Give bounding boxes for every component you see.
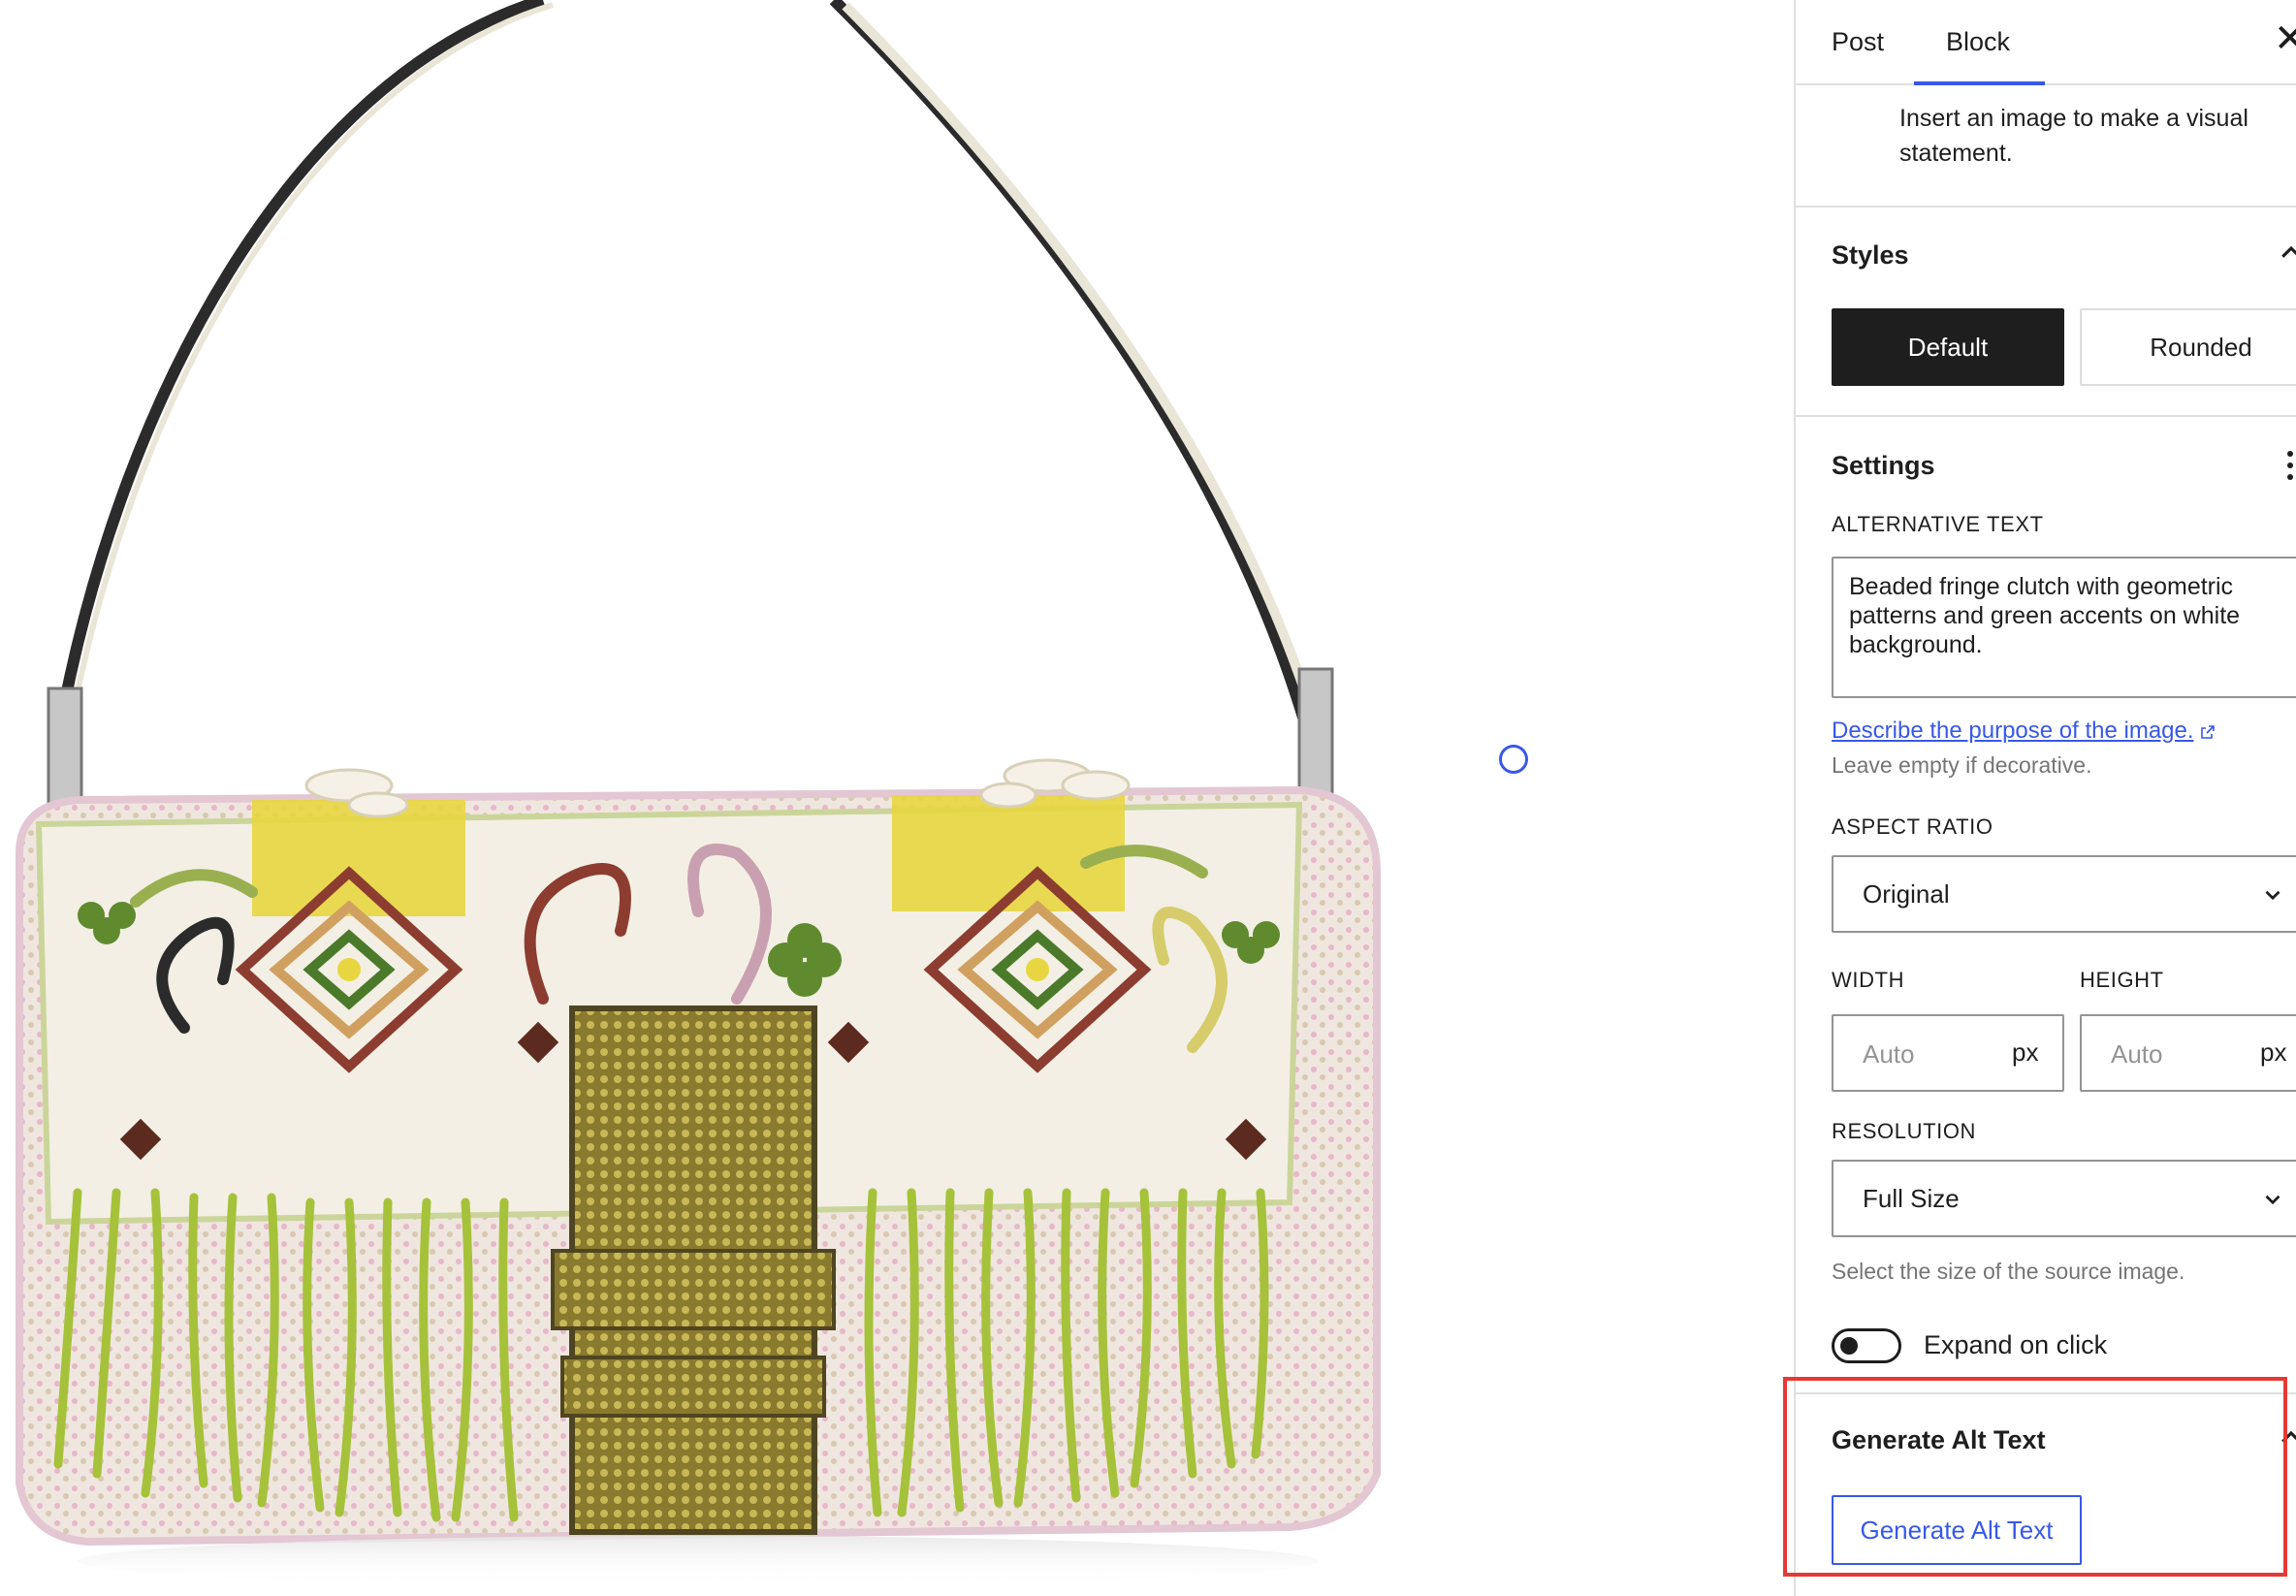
height-unit[interactable]: px <box>2260 1037 2286 1068</box>
highlight-annotation <box>1783 1377 2287 1577</box>
image-resize-handle[interactable] <box>1499 745 1528 774</box>
width-input[interactable]: Auto px <box>1832 1014 2064 1092</box>
block-settings-sidebar: Post Block ✕ Insert an image to make a v… <box>1794 0 2296 1596</box>
alt-text-help-link-text: Describe the purpose of the image. <box>1832 718 2194 744</box>
kebab-menu-icon[interactable] <box>2286 448 2294 483</box>
alt-text-field[interactable]: Beaded fringe clutch with geometric patt… <box>1832 557 2296 698</box>
block-image[interactable] <box>0 0 1794 1596</box>
height-placeholder: Auto <box>2111 1039 2163 1069</box>
aspect-ratio-select[interactable]: Original <box>1832 855 2296 933</box>
resolution-help: Select the size of the source image. <box>1832 1259 2185 1284</box>
tab-block[interactable]: Block <box>1946 27 2010 57</box>
external-link-icon <box>2200 724 2215 739</box>
active-tab-indicator <box>1914 81 2045 85</box>
expand-on-click-label: Expand on click <box>1924 1330 2108 1359</box>
width-unit[interactable]: px <box>2012 1037 2038 1068</box>
chevron-down-icon <box>2265 1195 2280 1205</box>
expand-on-click-toggle[interactable] <box>1832 1328 1901 1363</box>
width-placeholder: Auto <box>1863 1039 1915 1069</box>
resolution-label: RESOLUTION <box>1832 1119 1977 1143</box>
settings-panel-title[interactable]: Settings <box>1832 451 1935 481</box>
editor-canvas <box>0 0 1794 1596</box>
aspect-ratio-value: Original <box>1863 878 1950 909</box>
toggle-knob <box>1840 1337 1858 1355</box>
block-description: Insert an image to make a visual stateme… <box>1899 105 2248 167</box>
chevron-up-icon[interactable] <box>2277 239 2296 268</box>
tab-post[interactable]: Post <box>1832 27 1884 57</box>
height-label: HEIGHT <box>2080 968 2164 992</box>
width-label: WIDTH <box>1832 968 1905 992</box>
divider <box>1796 206 2296 207</box>
styles-panel-title[interactable]: Styles <box>1832 240 1909 271</box>
style-default-button[interactable]: Default <box>1832 308 2064 386</box>
resolution-select[interactable]: Full Size <box>1832 1160 2296 1237</box>
resolution-value: Full Size <box>1863 1183 1960 1213</box>
height-input[interactable]: Auto px <box>2080 1014 2296 1092</box>
style-rounded-button[interactable]: Rounded <box>2080 308 2296 386</box>
alt-text-help-link[interactable]: Describe the purpose of the image. <box>1832 718 2216 745</box>
alt-text-label: ALTERNATIVE TEXT <box>1832 512 2044 536</box>
close-icon[interactable]: ✕ <box>2274 19 2296 58</box>
divider <box>1796 415 2296 417</box>
aspect-ratio-label: ASPECT RATIO <box>1832 814 1993 839</box>
alt-text-help: Leave empty if decorative. <box>1832 752 2092 778</box>
sidebar-tabs: Post Block ✕ <box>1796 0 2296 85</box>
chevron-down-icon <box>2265 890 2280 901</box>
